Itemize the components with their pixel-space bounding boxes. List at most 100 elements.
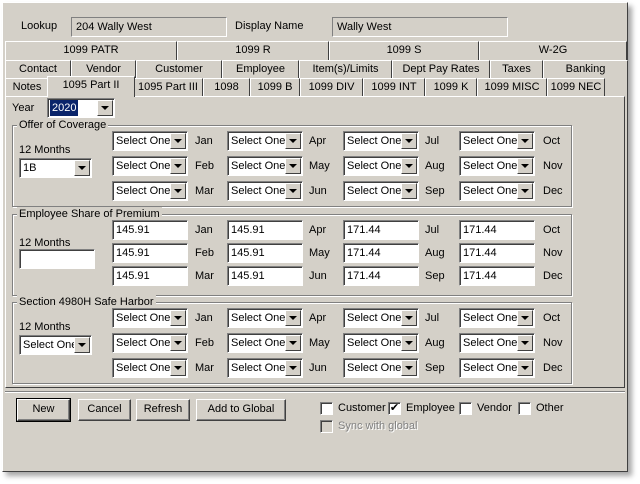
chevron-down-icon[interactable] bbox=[285, 158, 301, 174]
year-value: 2020 bbox=[50, 100, 79, 116]
tab-dept-pay-rates[interactable]: Dept Pay Rates bbox=[392, 60, 490, 79]
tab-1098[interactable]: 1098 bbox=[203, 78, 250, 97]
chevron-down-icon[interactable] bbox=[401, 158, 417, 174]
chevron-down-icon[interactable] bbox=[517, 310, 533, 326]
safe-harbor-jun-select[interactable]: Select One bbox=[227, 358, 303, 378]
chevron-down-icon[interactable] bbox=[285, 360, 301, 376]
tab-1099-b[interactable]: 1099 B bbox=[250, 78, 300, 97]
employee-share-jul-input[interactable]: 171.44 bbox=[343, 220, 419, 240]
employee-share-aug-input[interactable]: 171.44 bbox=[343, 243, 419, 263]
new-button[interactable]: New bbox=[16, 398, 71, 422]
display-name-field[interactable]: Wally West bbox=[332, 17, 508, 37]
chevron-down-icon[interactable] bbox=[517, 133, 533, 149]
safe-harbor-mar-select[interactable]: Select One bbox=[112, 358, 188, 378]
safe-harbor-jan-select[interactable]: Select One bbox=[112, 308, 188, 328]
tab-1099-misc[interactable]: 1099 MISC bbox=[477, 78, 547, 97]
cancel-button[interactable]: Cancel bbox=[78, 399, 131, 421]
month-label-feb: Feb bbox=[195, 160, 214, 172]
tab-1099-int[interactable]: 1099 INT bbox=[363, 78, 425, 97]
offer-of-coverage-feb-select[interactable]: Select One bbox=[112, 156, 188, 176]
tab-customer[interactable]: Customer bbox=[136, 60, 222, 79]
chevron-down-icon[interactable] bbox=[401, 133, 417, 149]
tab-1099-s[interactable]: 1099 S bbox=[329, 41, 479, 60]
employee-share-sep-input[interactable]: 171.44 bbox=[343, 266, 419, 286]
chevron-down-icon[interactable] bbox=[401, 335, 417, 351]
chevron-down-icon[interactable] bbox=[517, 158, 533, 174]
employee-share-feb-input[interactable]: 145.91 bbox=[112, 243, 188, 263]
offer-of-coverage-aug-select[interactable]: Select One bbox=[343, 156, 419, 176]
chevron-down-icon[interactable] bbox=[74, 160, 90, 176]
tab-w-2g[interactable]: W-2G bbox=[479, 41, 627, 60]
safe-harbor-dec-select[interactable]: Select One bbox=[459, 358, 535, 378]
offer-of-coverage-jan-select[interactable]: Select One bbox=[112, 131, 188, 151]
tab-notes[interactable]: Notes bbox=[5, 78, 49, 97]
chevron-down-icon[interactable] bbox=[170, 183, 186, 199]
tab-1099-div[interactable]: 1099 DIV bbox=[300, 78, 363, 97]
chevron-down-icon[interactable] bbox=[170, 158, 186, 174]
employee-share-jun-input[interactable]: 145.91 bbox=[227, 266, 303, 286]
chevron-down-icon[interactable] bbox=[285, 133, 301, 149]
chevron-down-icon[interactable] bbox=[170, 310, 186, 326]
employee-share-dec-input[interactable]: 171.44 bbox=[459, 266, 535, 286]
chevron-down-icon[interactable] bbox=[401, 310, 417, 326]
offer-of-coverage-may-select[interactable]: Select One bbox=[227, 156, 303, 176]
safe-harbor-jul-select[interactable]: Select One bbox=[343, 308, 419, 328]
offer-of-coverage-nov-select[interactable]: Select One bbox=[459, 156, 535, 176]
employee-share-12-months-input[interactable] bbox=[19, 249, 95, 269]
chevron-down-icon[interactable] bbox=[517, 183, 533, 199]
safe-harbor-may-select[interactable]: Select One bbox=[227, 333, 303, 353]
customer-checkbox[interactable] bbox=[320, 402, 333, 415]
employee-share-jan-input[interactable]: 145.91 bbox=[112, 220, 188, 240]
employee-share-oct-input[interactable]: 171.44 bbox=[459, 220, 535, 240]
offer-of-coverage-oct-select[interactable]: Select One bbox=[459, 131, 535, 151]
tab-1095-part-iii[interactable]: 1095 Part III bbox=[133, 78, 203, 97]
tab-1095-part-ii[interactable]: 1095 Part II bbox=[47, 76, 135, 97]
employee-share-mar-input[interactable]: 145.91 bbox=[112, 266, 188, 286]
year-select[interactable]: 2020 bbox=[47, 98, 115, 118]
lookup-field[interactable]: 204 Wally West bbox=[71, 17, 227, 37]
offer-of-coverage-mar-select[interactable]: Select One bbox=[112, 181, 188, 201]
safe-harbor-aug-select[interactable]: Select One bbox=[343, 333, 419, 353]
select-value: Select One bbox=[463, 135, 518, 147]
employee-checkbox[interactable]: ✔ bbox=[388, 402, 401, 415]
other-checkbox[interactable] bbox=[518, 402, 531, 415]
safe-harbor-sep-select[interactable]: Select One bbox=[343, 358, 419, 378]
employee-share-apr-input[interactable]: 145.91 bbox=[227, 220, 303, 240]
chevron-down-icon[interactable] bbox=[517, 335, 533, 351]
employee-share-nov-input[interactable]: 171.44 bbox=[459, 243, 535, 263]
tab-1099-r[interactable]: 1099 R bbox=[177, 41, 329, 60]
offer-of-coverage-apr-select[interactable]: Select One bbox=[227, 131, 303, 151]
tab-item-s-limits[interactable]: Item(s)/Limits bbox=[299, 60, 392, 79]
chevron-down-icon[interactable] bbox=[97, 100, 113, 116]
tab-banking[interactable]: Banking bbox=[543, 60, 628, 79]
chevron-down-icon[interactable] bbox=[170, 133, 186, 149]
offer-of-coverage-sep-select[interactable]: Select One bbox=[343, 181, 419, 201]
safe-harbor-feb-select[interactable]: Select One bbox=[112, 333, 188, 353]
safe-harbor-12-months-select[interactable]: Select One bbox=[19, 335, 92, 355]
chevron-down-icon[interactable] bbox=[401, 183, 417, 199]
tab-1099-patr[interactable]: 1099 PATR bbox=[5, 41, 177, 60]
chevron-down-icon[interactable] bbox=[285, 335, 301, 351]
tab-1099-nec[interactable]: 1099 NEC bbox=[547, 78, 605, 97]
refresh-button[interactable]: Refresh bbox=[136, 399, 190, 421]
safe-harbor-oct-select[interactable]: Select One bbox=[459, 308, 535, 328]
chevron-down-icon[interactable] bbox=[401, 360, 417, 376]
safe-harbor-nov-select[interactable]: Select One bbox=[459, 333, 535, 353]
tab-1099-k[interactable]: 1099 K bbox=[425, 78, 477, 97]
employee-share-may-input[interactable]: 145.91 bbox=[227, 243, 303, 263]
offer-of-coverage-jun-select[interactable]: Select One bbox=[227, 181, 303, 201]
tab-employee[interactable]: Employee bbox=[222, 60, 299, 79]
add-to-global-button[interactable]: Add to Global bbox=[196, 399, 286, 421]
chevron-down-icon[interactable] bbox=[517, 360, 533, 376]
chevron-down-icon[interactable] bbox=[74, 337, 90, 353]
offer-of-coverage-jul-select[interactable]: Select One bbox=[343, 131, 419, 151]
vendor-checkbox[interactable] bbox=[459, 402, 472, 415]
safe-harbor-apr-select[interactable]: Select One bbox=[227, 308, 303, 328]
chevron-down-icon[interactable] bbox=[170, 335, 186, 351]
chevron-down-icon[interactable] bbox=[170, 360, 186, 376]
offer-of-coverage-12-months-select[interactable]: 1B bbox=[19, 158, 92, 178]
tab-taxes[interactable]: Taxes bbox=[490, 60, 543, 79]
offer-of-coverage-dec-select[interactable]: Select One bbox=[459, 181, 535, 201]
chevron-down-icon[interactable] bbox=[285, 183, 301, 199]
chevron-down-icon[interactable] bbox=[285, 310, 301, 326]
